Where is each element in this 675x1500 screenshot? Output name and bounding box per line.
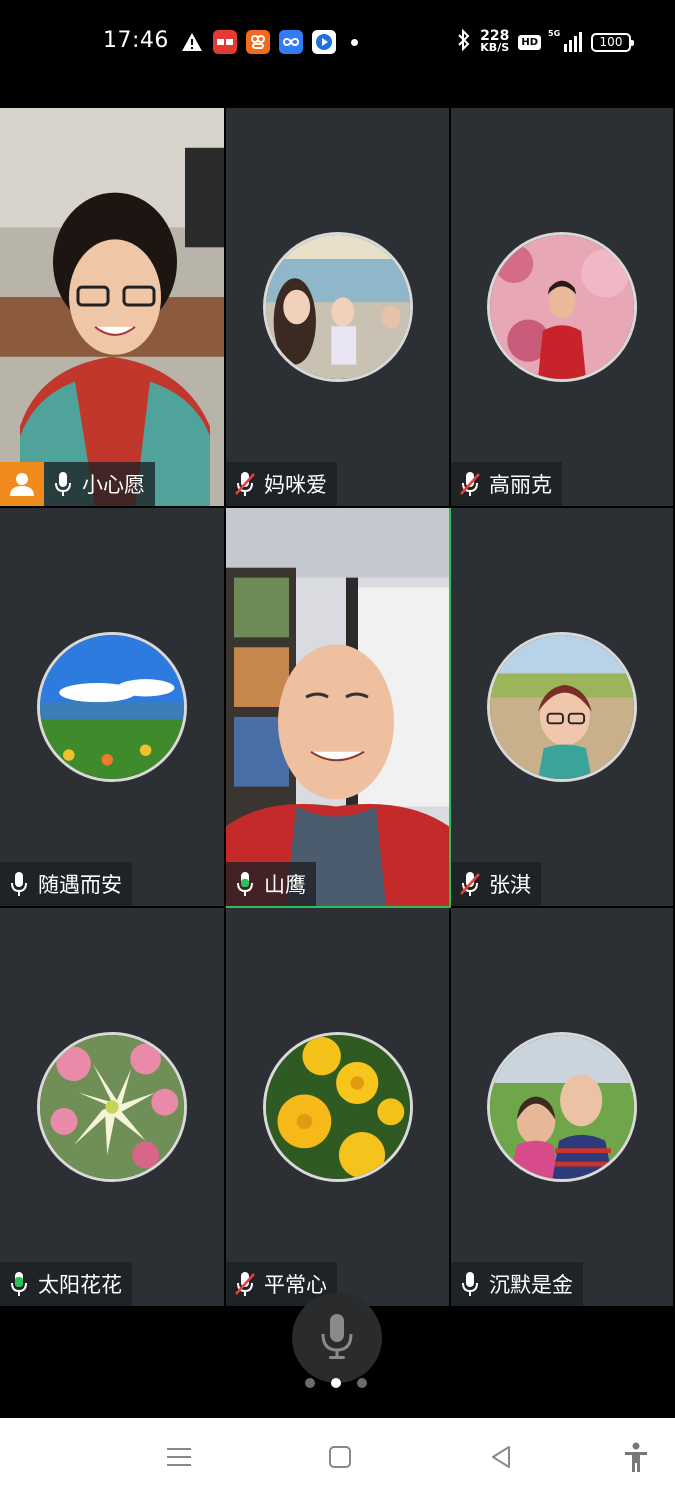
participant-tile[interactable]: 张淇 [451, 508, 675, 908]
participant-name: 随遇而安 [38, 873, 122, 897]
active-speaker-tile[interactable]: 山鹰 [226, 508, 451, 908]
page-indicator [305, 1378, 367, 1388]
participant-name-tag: 随遇而安 [0, 862, 132, 906]
host-badge-icon [0, 462, 44, 506]
network-speed-unit: KB/S [480, 41, 510, 54]
warning-icon [180, 30, 204, 54]
video-feed [226, 508, 449, 906]
participant-name-tag: 张淇 [451, 862, 541, 906]
participant-tile[interactable]: 沉默是金 [451, 908, 675, 1308]
participant-tile[interactable]: 平常心 [226, 908, 451, 1308]
video-feed [0, 108, 224, 506]
page-dot[interactable] [357, 1378, 367, 1388]
mic-on-icon [451, 1262, 489, 1306]
mic-on-icon [44, 462, 82, 506]
participant-name-tag: 沉默是金 [451, 1262, 583, 1306]
participant-grid: 小心愿 妈咪爱 高丽克 随遇而安 山鹰 张淇 太阳花花 平常心 沉默是金 [0, 108, 675, 1308]
participant-name-tag: 高丽克 [451, 462, 562, 506]
participant-name: 妈咪爱 [264, 473, 327, 497]
toutiao-icon [213, 30, 237, 54]
system-navigation-bar [0, 1418, 675, 1500]
participant-name: 山鹰 [264, 873, 306, 897]
network-speed: 228 KB/S [480, 29, 510, 54]
participant-name: 沉默是金 [489, 1273, 573, 1297]
status-time: 17:46 [103, 28, 169, 53]
participant-name: 张淇 [489, 873, 531, 897]
home-icon [328, 1445, 352, 1473]
notification-icons [180, 30, 358, 54]
mic-muted-icon [451, 862, 489, 906]
participant-name-tag: 太阳花花 [0, 1262, 132, 1306]
participant-tile[interactable]: 小心愿 [0, 108, 226, 508]
mic-muted-icon [226, 462, 264, 506]
participant-name: 小心愿 [82, 473, 145, 497]
home-button[interactable] [323, 1442, 357, 1476]
participant-name-tag: 小心愿 [0, 462, 155, 506]
participant-avatar [262, 1032, 413, 1182]
mic-speaking-icon [0, 1262, 38, 1306]
mic-muted-icon [226, 1262, 264, 1306]
participant-name-tag: 山鹰 [226, 862, 316, 906]
participant-name: 高丽克 [489, 473, 552, 497]
participant-tile[interactable]: 太阳花花 [0, 908, 226, 1308]
status-bar: 17:46 228 KB/S HD 5G 100 [0, 0, 675, 86]
participant-name-tag: 妈咪爱 [226, 462, 337, 506]
page-dot-current[interactable] [331, 1378, 341, 1388]
participant-name: 平常心 [264, 1273, 327, 1297]
participant-tile[interactable]: 随遇而安 [0, 508, 226, 908]
participant-avatar [262, 232, 413, 382]
bluetooth-icon [457, 28, 471, 55]
back-button[interactable] [484, 1442, 518, 1476]
accessibility-icon [623, 1442, 649, 1476]
app-blue-icon [312, 30, 336, 54]
accessibility-button[interactable] [619, 1442, 653, 1476]
back-icon [489, 1445, 513, 1473]
mic-speaking-icon [226, 862, 264, 906]
mic-on-icon [0, 862, 38, 906]
participant-avatar [487, 632, 637, 782]
network-type: 5G [548, 29, 561, 38]
menu-icon [166, 1446, 192, 1472]
mic-muted-icon [451, 462, 489, 506]
page-dot[interactable] [305, 1378, 315, 1388]
more-notifications-dot [351, 38, 358, 46]
app-orange-icon [246, 30, 270, 54]
participant-name: 太阳花花 [38, 1273, 122, 1297]
participant-avatar [487, 1032, 637, 1182]
participant-avatar [37, 1032, 187, 1182]
signal-icon: 5G [548, 29, 582, 52]
battery-level: 100 [599, 35, 623, 49]
recent-apps-button[interactable] [162, 1442, 196, 1476]
participant-avatar [487, 232, 637, 382]
microphone-toggle-button[interactable] [292, 1293, 382, 1383]
participant-avatar [37, 632, 187, 782]
battery-icon: 100 [591, 32, 634, 52]
app-infinity-icon [279, 30, 303, 54]
system-icons: 228 KB/S HD 5G 100 [457, 28, 634, 55]
participant-tile[interactable]: 高丽克 [451, 108, 675, 508]
participant-tile[interactable]: 妈咪爱 [226, 108, 451, 508]
hd-badge: HD [518, 34, 541, 50]
microphone-icon [320, 1312, 354, 1364]
